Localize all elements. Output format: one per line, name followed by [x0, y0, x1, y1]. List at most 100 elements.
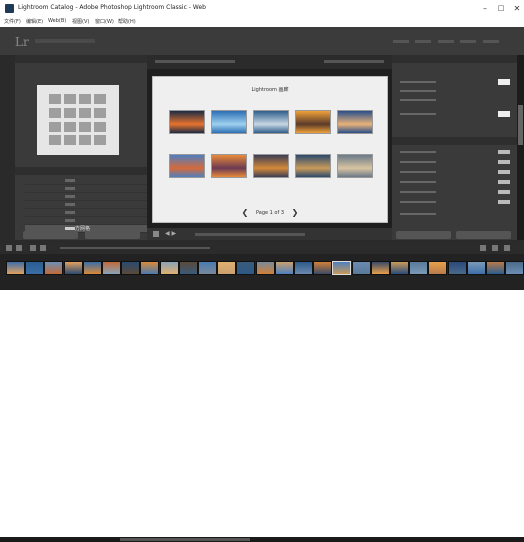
- menu-edit[interactable]: 编辑(E): [26, 18, 43, 25]
- setting-value[interactable]: [498, 170, 510, 174]
- left-panel-button[interactable]: [23, 231, 78, 239]
- layout-style-header[interactable]: [392, 55, 517, 63]
- gallery-thumbnail[interactable]: [253, 154, 289, 178]
- setting-row[interactable]: [400, 179, 510, 185]
- preview-url-bar: [324, 60, 384, 63]
- filmstrip-scrollbar[interactable]: [0, 537, 524, 542]
- gallery-thumbnail[interactable]: [211, 110, 247, 134]
- setting-row[interactable]: [400, 199, 510, 205]
- site-info-row[interactable]: [400, 88, 510, 94]
- setting-row[interactable]: [400, 159, 510, 165]
- close-button[interactable]: ✕: [510, 3, 524, 14]
- setting-value[interactable]: [498, 150, 510, 154]
- filmstrip-thumbnail[interactable]: [390, 261, 409, 275]
- previous-page-arrow-icon[interactable]: ❮: [242, 208, 249, 217]
- template-browser-header[interactable]: [15, 167, 147, 175]
- setting-row[interactable]: [400, 189, 510, 195]
- filmstrip-thumbnail[interactable]: [505, 261, 524, 275]
- site-info-row[interactable]: [400, 111, 510, 117]
- gallery-thumbnail[interactable]: [169, 110, 205, 134]
- filmstrip-thumbnail[interactable]: [351, 261, 371, 275]
- layout-icon[interactable]: [153, 231, 159, 237]
- filmstrip-thumbnail[interactable]: [217, 261, 237, 275]
- template-item[interactable]: [25, 177, 147, 185]
- filmstrip-thumbnail[interactable]: [44, 261, 64, 275]
- second-window-icon[interactable]: [6, 245, 12, 251]
- filmstrip-scroll-thumb[interactable]: [120, 538, 250, 541]
- menu-web[interactable]: Web(B): [48, 18, 66, 24]
- gallery-thumbnail[interactable]: [337, 110, 373, 134]
- module-tab[interactable]: [392, 40, 409, 43]
- filmstrip-thumbnail[interactable]: [236, 261, 256, 275]
- filmstrip-thumbnail[interactable]: [82, 261, 102, 275]
- right-scrollbar[interactable]: [517, 55, 524, 240]
- minimize-button[interactable]: –: [478, 3, 492, 14]
- menu-window[interactable]: 窗口(W): [95, 18, 114, 25]
- filmstrip-thumbnail[interactable]: [63, 261, 83, 275]
- module-tab[interactable]: [415, 40, 432, 43]
- filmstrip-thumbnail[interactable]: [159, 261, 179, 275]
- filter-icon[interactable]: [492, 245, 498, 251]
- module-tab[interactable]: [483, 40, 499, 43]
- gallery-thumbnail[interactable]: [337, 154, 373, 178]
- nav-arrows[interactable]: ◀ ▶: [165, 230, 176, 237]
- template-item[interactable]: [25, 193, 147, 201]
- gallery-thumbnail[interactable]: [211, 154, 247, 178]
- filmstrip-thumbnail[interactable]: [121, 261, 141, 275]
- module-tab[interactable]: [437, 40, 454, 43]
- filmstrip-thumbnail[interactable]: [486, 261, 505, 275]
- menu-view[interactable]: 视图(V): [72, 18, 89, 25]
- back-arrow-icon[interactable]: [30, 245, 36, 251]
- color-swatch[interactable]: [498, 79, 510, 85]
- filmstrip-thumbnail[interactable]: [6, 261, 25, 275]
- template-item[interactable]: [25, 185, 147, 193]
- right-panel-button[interactable]: [396, 231, 451, 239]
- setting-row[interactable]: [400, 149, 510, 155]
- filmstrip-thumbnail[interactable]: [140, 261, 160, 275]
- filmstrip-thumbnail[interactable]: [294, 261, 313, 275]
- filmstrip-thumbnail[interactable]: [332, 261, 352, 275]
- filmstrip-thumbnail[interactable]: [25, 261, 45, 275]
- grid-view-icon[interactable]: [16, 245, 22, 251]
- filter-icon[interactable]: [480, 245, 486, 251]
- next-page-arrow-icon[interactable]: ❯: [292, 208, 299, 217]
- gallery-thumbnail[interactable]: [253, 110, 289, 134]
- filmstrip-thumbnail[interactable]: [409, 261, 429, 275]
- template-item[interactable]: [25, 217, 147, 225]
- site-info-row[interactable]: [400, 97, 510, 103]
- gallery-thumbnail[interactable]: [295, 154, 331, 178]
- gallery-thumbnail[interactable]: [295, 110, 331, 134]
- menu-help[interactable]: 帮助(H): [118, 18, 136, 25]
- filmstrip-thumbnail[interactable]: [102, 261, 121, 275]
- preview-panel-header[interactable]: [15, 55, 147, 63]
- menu-file[interactable]: 文件(F): [4, 18, 21, 25]
- filmstrip-thumbnail[interactable]: [274, 261, 294, 275]
- filmstrip-thumbnail[interactable]: [447, 261, 467, 275]
- filmstrip-thumbnail[interactable]: [313, 261, 333, 275]
- filmstrip-thumbnail[interactable]: [428, 261, 448, 275]
- filter-icon[interactable]: [504, 245, 510, 251]
- gallery-thumbnail[interactable]: [169, 154, 205, 178]
- forward-arrow-icon[interactable]: [40, 245, 46, 251]
- setting-value[interactable]: [498, 200, 510, 204]
- setting-value[interactable]: [498, 180, 510, 184]
- module-tab[interactable]: [460, 40, 477, 43]
- filmstrip-thumbnail[interactable]: [198, 261, 217, 275]
- filmstrip-thumbnail[interactable]: [178, 261, 198, 275]
- right-panel-button[interactable]: [456, 231, 511, 239]
- template-item[interactable]: [25, 201, 147, 209]
- filmstrip-thumbnail[interactable]: [466, 261, 486, 275]
- setting-row[interactable]: [400, 169, 510, 175]
- site-info-row[interactable]: [400, 79, 510, 85]
- setting-value[interactable]: [498, 190, 510, 194]
- filmstrip-thumbnail[interactable]: [370, 261, 390, 275]
- setting-value[interactable]: [498, 160, 510, 164]
- setting-row[interactable]: [400, 211, 510, 217]
- appearance-header[interactable]: [392, 137, 517, 145]
- color-swatch[interactable]: [498, 111, 510, 117]
- template-item[interactable]: [25, 209, 147, 217]
- left-panel-button[interactable]: [85, 231, 140, 239]
- scrollbar-thumb[interactable]: [518, 105, 523, 145]
- maximize-button[interactable]: □: [494, 3, 508, 14]
- filmstrip-thumbnail[interactable]: [255, 261, 275, 275]
